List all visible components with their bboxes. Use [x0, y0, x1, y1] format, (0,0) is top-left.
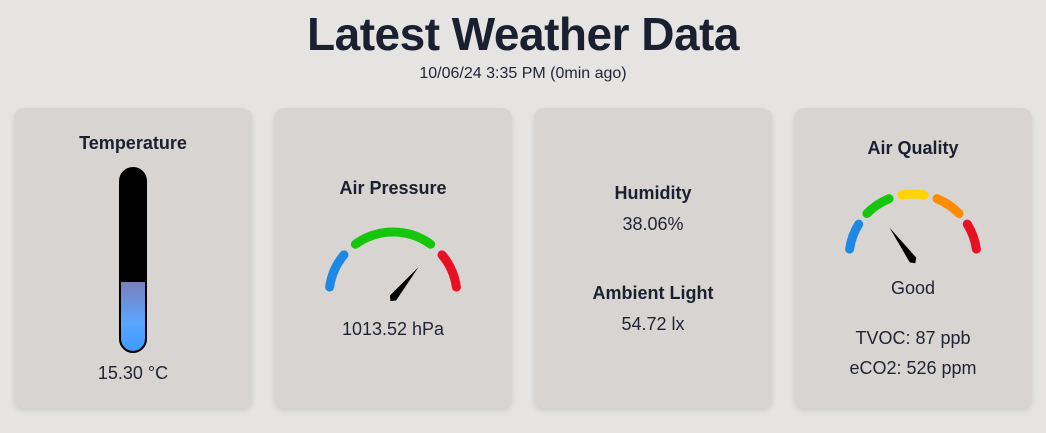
ambient-light-value: 54.72 lx — [621, 314, 685, 334]
gauge-needle — [389, 267, 419, 302]
air-quality-card: Air Quality Good TVOC: 87 ppb eCO2: 526 … — [794, 108, 1032, 408]
air-quality-status: Good — [890, 278, 936, 298]
gauge-needle — [889, 227, 917, 264]
pressure-gauge-icon — [325, 227, 461, 302]
aq-segment-4 — [932, 194, 964, 219]
air-pressure-card: Air Pressure 1013.52 hPa — [274, 108, 512, 408]
temperature-value: 15.30 °C — [97, 363, 169, 383]
last-updated-timestamp: 10/06/24 3:35 PM (0min ago) — [419, 65, 627, 82]
gauge-segment-normal — [350, 227, 436, 249]
aq-segment-2 — [862, 194, 894, 219]
page-title: Latest Weather Data — [307, 8, 739, 60]
air-quality-gauge-icon — [845, 189, 981, 264]
gauge-segment-high — [437, 250, 461, 292]
humidity-title: Humidity — [614, 183, 692, 203]
thermometer-icon — [119, 167, 147, 353]
gauge-segment-low — [325, 250, 349, 292]
temperature-title: Temperature — [79, 133, 187, 153]
tvoc-value: TVOC: 87 ppb — [855, 328, 971, 348]
aq-segment-5 — [962, 219, 981, 254]
ambient-light-title: Ambient Light — [592, 283, 714, 303]
temperature-card: Temperature 15.30 °C — [14, 108, 252, 408]
thermometer-fill — [121, 281, 145, 351]
eco2-value: eCO2: 526 ppm — [849, 358, 977, 378]
humidity-light-card: Humidity 38.06% Ambient Light 54.72 lx — [534, 108, 772, 408]
air-pressure-title: Air Pressure — [339, 178, 447, 198]
humidity-value: 38.06% — [622, 214, 684, 234]
air-pressure-value: 1013.52 hPa — [341, 319, 445, 339]
air-quality-title: Air Quality — [867, 138, 959, 158]
aq-segment-3 — [897, 189, 929, 200]
aq-segment-1 — [845, 219, 864, 254]
